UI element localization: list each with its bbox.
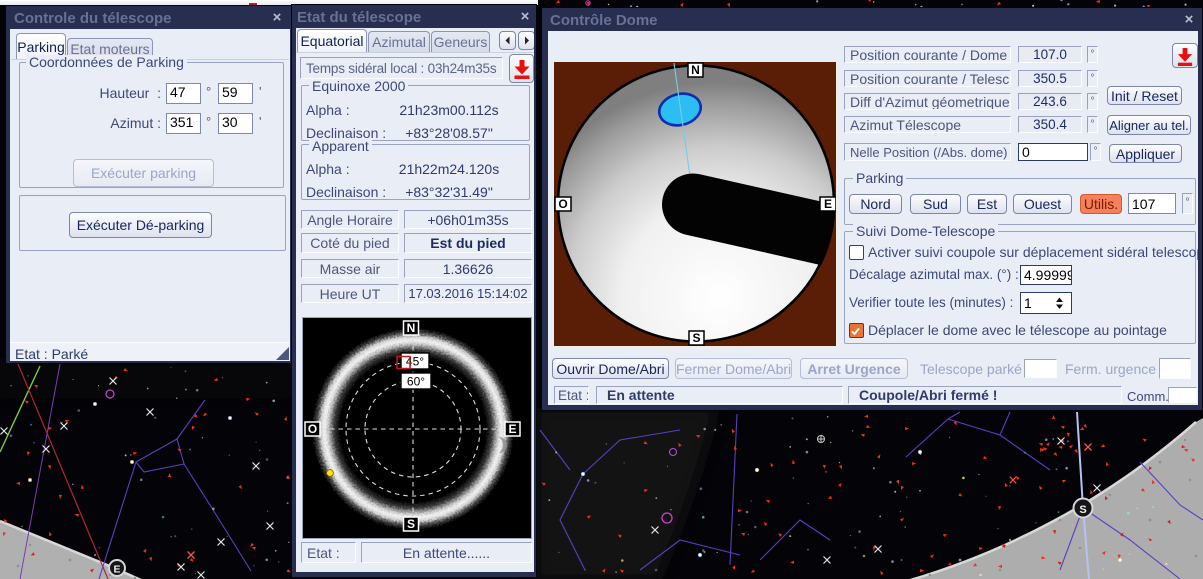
svg-text:O: O — [308, 422, 317, 436]
svg-text:S: S — [692, 331, 700, 345]
svg-text:S: S — [1079, 504, 1086, 516]
svg-text:E: E — [113, 564, 120, 576]
svg-text:E: E — [824, 197, 832, 211]
svg-text:N: N — [407, 321, 416, 335]
svg-text:N: N — [691, 63, 700, 77]
svg-text:60°: 60° — [407, 375, 425, 389]
svg-text:S: S — [407, 517, 415, 531]
svg-text:O: O — [558, 197, 567, 211]
svg-text:E: E — [508, 422, 516, 436]
